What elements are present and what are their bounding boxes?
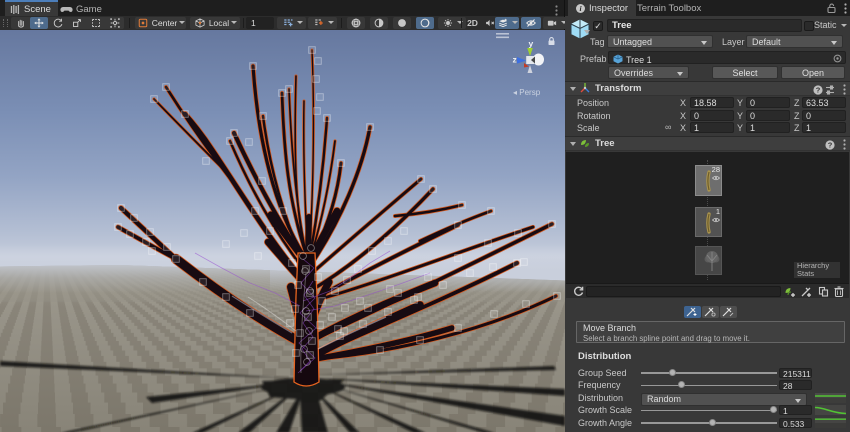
svg-text:y: y xyxy=(529,38,534,48)
svg-text:?: ? xyxy=(816,86,821,95)
svg-text:z: z xyxy=(513,54,517,64)
svg-text:?: ? xyxy=(828,141,833,150)
svg-text:◂ Persp: ◂ Persp xyxy=(513,88,541,97)
